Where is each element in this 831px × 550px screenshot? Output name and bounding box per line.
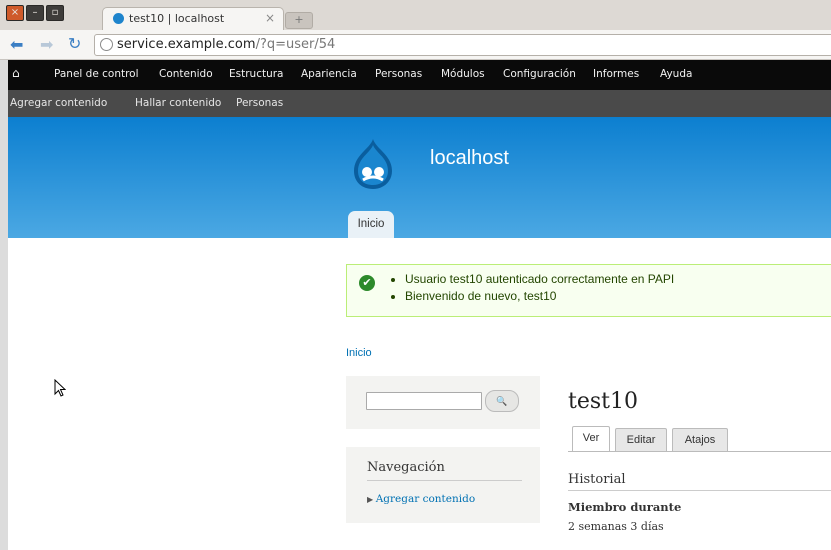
tabs-divider bbox=[568, 451, 831, 452]
browser-tab[interactable]: test10 | localhost × bbox=[102, 7, 284, 31]
home-icon[interactable]: ⌂ bbox=[12, 66, 20, 80]
shortcut-personas[interactable]: Personas bbox=[236, 97, 283, 109]
nav-link-agregar-contenido[interactable]: ▶ Agregar contenido bbox=[367, 493, 475, 505]
status-message: ✔ Usuario test10 autenticado correctamen… bbox=[346, 264, 831, 317]
message-item: Usuario test10 autenticado correctamente… bbox=[405, 271, 674, 288]
admin-item-panel[interactable]: Panel de control bbox=[54, 68, 139, 80]
drupal-logo-icon[interactable] bbox=[346, 137, 400, 191]
navigation-block bbox=[346, 447, 540, 523]
admin-item-modulos[interactable]: Módulos bbox=[441, 68, 485, 80]
mouse-cursor-icon bbox=[54, 378, 67, 401]
left-edge bbox=[0, 60, 8, 550]
search-icon: 🔍 bbox=[496, 397, 508, 407]
browser-toolbar: ⬅ ➡ ↻ service.example.com/?q=user/54 bbox=[0, 30, 831, 60]
tab-inicio[interactable]: Inicio bbox=[348, 211, 394, 239]
breadcrumb[interactable]: Inicio bbox=[346, 347, 372, 359]
reload-icon[interactable]: ↻ bbox=[68, 34, 81, 53]
window-close-button[interactable]: × bbox=[6, 5, 24, 21]
back-arrow-icon[interactable]: ⬅ bbox=[10, 35, 23, 54]
check-icon: ✔ bbox=[359, 275, 375, 291]
admin-item-estructura[interactable]: Estructura bbox=[229, 68, 284, 80]
forward-arrow-icon[interactable]: ➡ bbox=[40, 35, 53, 54]
admin-item-configuracion[interactable]: Configuración bbox=[503, 68, 576, 80]
page-title: test10 bbox=[568, 389, 638, 414]
admin-item-apariencia[interactable]: Apariencia bbox=[301, 68, 357, 80]
search-block: 🔍 bbox=[346, 376, 540, 429]
tab-editar[interactable]: Editar bbox=[615, 428, 667, 451]
shortcut-agregar-contenido[interactable]: Agregar contenido bbox=[10, 97, 107, 109]
site-header bbox=[0, 117, 831, 238]
history-divider bbox=[568, 490, 831, 491]
url-host: service.example.com bbox=[117, 37, 256, 52]
admin-item-ayuda[interactable]: Ayuda bbox=[660, 68, 692, 80]
tab-atajos[interactable]: Atajos bbox=[672, 428, 728, 451]
member-value: 2 semanas 3 días bbox=[568, 520, 664, 533]
message-list: Usuario test10 autenticado correctamente… bbox=[393, 271, 674, 305]
tab-close-icon[interactable]: × bbox=[265, 11, 275, 25]
search-input[interactable] bbox=[366, 392, 482, 410]
window-minimize-button[interactable]: – bbox=[26, 5, 44, 21]
bullet-arrow-icon: ▶ bbox=[367, 495, 376, 504]
history-title: Historial bbox=[568, 472, 626, 487]
member-label: Miembro durante bbox=[568, 500, 682, 514]
shortcut-bar: Agregar contenido Hallar contenido Perso… bbox=[0, 90, 831, 117]
admin-item-contenido[interactable]: Contenido bbox=[159, 68, 213, 80]
address-url: service.example.com/?q=user/54 bbox=[117, 37, 335, 52]
nav-link-label: Agregar contenido bbox=[375, 493, 476, 505]
admin-item-personas[interactable]: Personas bbox=[375, 68, 422, 80]
tab-title: test10 | localhost bbox=[129, 12, 225, 25]
admin-toolbar: ⌂ Panel de control Contenido Estructura … bbox=[0, 60, 831, 90]
window-maximize-button[interactable]: ▫ bbox=[46, 5, 64, 21]
admin-item-informes[interactable]: Informes bbox=[593, 68, 639, 80]
search-button[interactable]: 🔍 bbox=[485, 390, 519, 412]
address-bar[interactable]: service.example.com/?q=user/54 bbox=[94, 34, 831, 56]
tab-ver[interactable]: Ver bbox=[572, 426, 610, 452]
drupal-favicon-icon bbox=[113, 13, 124, 24]
url-path: /?q=user/54 bbox=[255, 37, 336, 52]
site-name[interactable]: localhost bbox=[430, 147, 509, 170]
new-tab-button[interactable]: + bbox=[285, 12, 313, 29]
globe-icon bbox=[100, 38, 113, 51]
navigation-divider bbox=[367, 480, 522, 481]
window-buttons: × – ▫ bbox=[6, 5, 64, 21]
shortcut-hallar-contenido[interactable]: Hallar contenido bbox=[135, 97, 221, 109]
message-item: Bienvenido de nuevo, test10 bbox=[405, 288, 674, 305]
navigation-title: Navegación bbox=[367, 460, 445, 475]
